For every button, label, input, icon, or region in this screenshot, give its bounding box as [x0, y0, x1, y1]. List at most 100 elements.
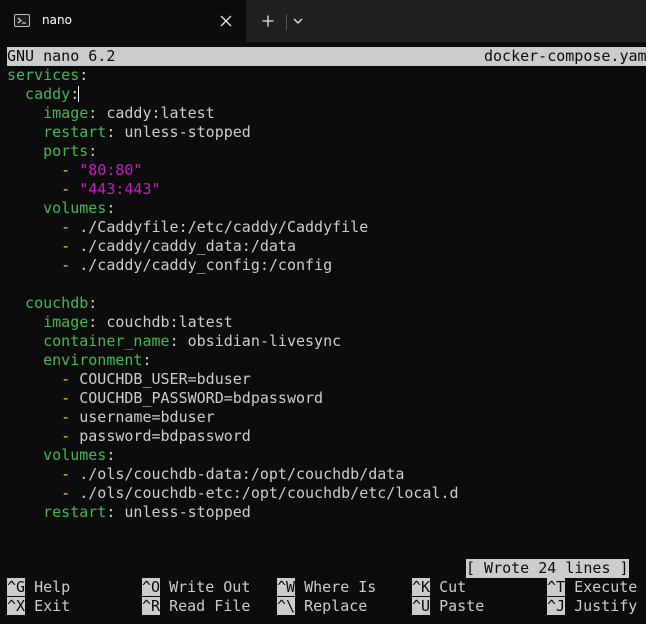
list-dash: - — [7, 389, 71, 407]
editor-line[interactable]: volumes: — [7, 446, 646, 465]
editor-line[interactable]: - ./caddy/caddy_data:/data — [7, 237, 646, 256]
shortcut-key: ^K — [412, 578, 431, 596]
shortcut-key: ^U — [412, 597, 431, 615]
yaml-key: couchdb — [7, 294, 89, 312]
list-dash: - — [7, 161, 71, 179]
yaml-value: ./ols/couchdb-data:/opt/couchdb/data — [70, 465, 405, 483]
yaml-key: restart — [7, 503, 107, 521]
yaml-value: : obsidian-livesync — [169, 332, 342, 350]
editor-line[interactable]: - username=bduser — [7, 408, 646, 427]
editor-line[interactable] — [7, 275, 646, 294]
shortcut-label: Replace — [295, 597, 368, 615]
plus-icon[interactable] — [258, 11, 278, 31]
yaml-key: container_name — [7, 332, 170, 350]
yaml-value: COUCHDB_PASSWORD=bdpassword — [70, 389, 324, 407]
shortcut-label: Justify — [565, 597, 638, 615]
shortcut-justify[interactable]: ^J Justify — [547, 597, 637, 616]
shortcut-label: Write Out — [160, 578, 251, 596]
list-dash: - — [7, 218, 71, 236]
editor-line[interactable]: - ./Caddyfile:/etc/caddy/Caddyfile — [7, 218, 646, 237]
shortcut-key: ^T — [547, 578, 566, 596]
yaml-key: caddy — [7, 85, 71, 103]
editor-line[interactable]: ports: — [7, 142, 646, 161]
yaml-value: ./Caddyfile:/etc/caddy/Caddyfile — [70, 218, 369, 236]
editor-line[interactable]: - password=bdpassword — [7, 427, 646, 446]
editor-line[interactable]: - ./ols/couchdb-etc:/opt/couchdb/etc/loc… — [7, 484, 646, 503]
yaml-punct: : — [79, 66, 89, 84]
shortcut-label: Where Is — [295, 578, 377, 596]
file-name: docker-compose.yam — [484, 47, 646, 65]
list-dash: - — [7, 180, 71, 198]
yaml-value: ./caddy/caddy_config:/config — [70, 256, 333, 274]
yaml-value: password=bdpassword — [70, 427, 251, 445]
editor-line[interactable]: - ./caddy/caddy_config:/config — [7, 256, 646, 275]
yaml-value: : caddy:latest — [88, 104, 215, 122]
editor-line[interactable]: - "443:443" — [7, 180, 646, 199]
shortcut-where-is[interactable]: ^W Where Is — [277, 578, 376, 597]
yaml-key: environment — [7, 351, 143, 369]
yaml-key: services — [7, 66, 80, 84]
editor-line[interactable]: environment: — [7, 351, 646, 370]
editor-line[interactable]: restart: unless-stopped — [7, 123, 646, 142]
list-dash: - — [7, 484, 71, 502]
yaml-string: "80:80" — [79, 161, 143, 179]
shortcut-label: Paste — [430, 597, 485, 615]
shortcut-help[interactable]: ^G Help — [7, 578, 70, 597]
shortcut-key: ^X — [7, 597, 26, 615]
shortcut-read-file[interactable]: ^R Read File — [142, 597, 250, 616]
yaml-value: ./caddy/caddy_data:/data — [70, 237, 296, 255]
yaml-string: "443:443" — [79, 180, 161, 198]
yaml-value: : unless-stopped — [106, 503, 251, 521]
shortcut-key: ^W — [277, 578, 296, 596]
shortcut-key: ^J — [547, 597, 566, 615]
yaml-value — [70, 161, 79, 179]
shortcut-key: ^G — [7, 578, 26, 596]
shortcut-label: Execute — [565, 578, 638, 596]
nano-title-bar: GNU nano 6.2 docker-compose.yam — [7, 47, 646, 66]
shortcut-exit[interactable]: ^X Exit — [7, 597, 70, 616]
editor-line[interactable]: - "80:80" — [7, 161, 646, 180]
shortcut-label: Cut — [430, 578, 467, 596]
shortcut-replace[interactable]: ^\ Replace — [277, 597, 367, 616]
yaml-key: ports — [7, 142, 89, 160]
shortcut-execute[interactable]: ^T Execute — [547, 578, 637, 597]
yaml-punct: : — [106, 199, 116, 217]
editor-line[interactable]: restart: unless-stopped — [7, 503, 646, 522]
shortcut-key: ^O — [142, 578, 161, 596]
list-dash: - — [7, 427, 71, 445]
yaml-value: : unless-stopped — [106, 123, 251, 141]
close-icon[interactable] — [216, 11, 236, 31]
shortcut-cut[interactable]: ^K Cut — [412, 578, 466, 597]
tab-nano[interactable]: nano — [0, 0, 246, 42]
list-dash: - — [7, 465, 71, 483]
yaml-key: image — [7, 313, 89, 331]
editor-line[interactable]: container_name: obsidian-livesync — [7, 332, 646, 351]
editor-line[interactable]: - ./ols/couchdb-data:/opt/couchdb/data — [7, 465, 646, 484]
list-dash: - — [7, 256, 71, 274]
editor-line[interactable]: couchdb: — [7, 294, 646, 313]
editor-buffer[interactable]: services: caddy: image: caddy:latest res… — [7, 66, 646, 522]
shortcut-paste[interactable]: ^U Paste — [412, 597, 484, 616]
list-dash: - — [7, 408, 71, 426]
tab-bar: nano — [0, 0, 646, 42]
chevron-down-icon[interactable] — [290, 11, 306, 31]
editor-line[interactable]: - COUCHDB_USER=bduser — [7, 370, 646, 389]
yaml-value: : couchdb:latest — [88, 313, 233, 331]
yaml-key: image — [7, 104, 89, 122]
yaml-value: ./ols/couchdb-etc:/opt/couchdb/etc/local… — [70, 484, 459, 502]
editor-line[interactable]: volumes: — [7, 199, 646, 218]
shortcut-bar: ^G Help ^O Write Out ^W Where Is ^K Cut ^T E… — [7, 578, 646, 616]
yaml-value: COUCHDB_USER=bduser — [70, 370, 251, 388]
editor-line[interactable]: image: caddy:latest — [7, 104, 646, 123]
editor-line[interactable]: image: couchdb:latest — [7, 313, 646, 332]
editor-line[interactable]: services: — [7, 66, 646, 85]
editor-line[interactable]: caddy: — [7, 85, 646, 104]
yaml-punct: : — [88, 294, 98, 312]
yaml-value — [70, 180, 79, 198]
editor-line[interactable]: - COUCHDB_PASSWORD=bdpassword — [7, 389, 646, 408]
yaml-key: restart — [7, 123, 107, 141]
nano-version: GNU nano 6.2 — [7, 47, 116, 65]
yaml-value: username=bduser — [70, 408, 215, 426]
shortcut-write-out[interactable]: ^O Write Out — [142, 578, 250, 597]
yaml-punct: : — [88, 142, 98, 160]
